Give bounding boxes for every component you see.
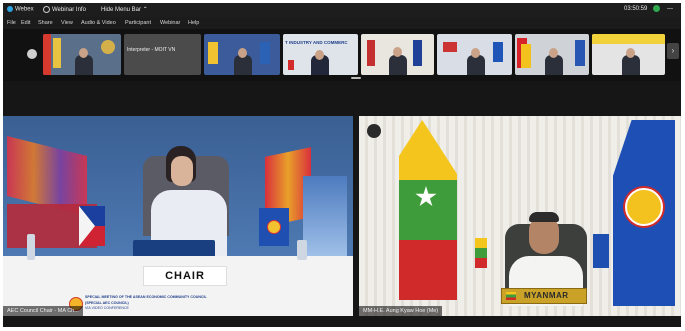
participant-tile[interactable]: [592, 34, 665, 75]
banner-line-2: (SPECIAL AEC COUNCIL): [85, 301, 129, 305]
scroll-right-button[interactable]: ›: [667, 43, 679, 59]
title-bar: Webex Webinar Info Hide Menu Bar ⌃ 03:50…: [3, 3, 681, 17]
participant-strip: Interpreter - MOIT VN T INDUSTRY AND COM…: [3, 29, 681, 81]
webex-window: Webex Webinar Info Hide Menu Bar ⌃ 03:50…: [3, 3, 681, 327]
meeting-timer: 03:50:59: [624, 6, 648, 12]
participant-tile[interactable]: Interpreter - MOIT VN: [124, 34, 201, 75]
menu-bar: File Edit Share View Audio & Video Parti…: [3, 17, 681, 29]
menu-help[interactable]: Help: [188, 20, 199, 26]
menu-file[interactable]: File: [7, 20, 16, 26]
myanmar-flag-icon: [506, 292, 516, 300]
menu-webinar[interactable]: Webinar: [160, 20, 180, 26]
menu-edit[interactable]: Edit: [21, 20, 30, 26]
participant-tile[interactable]: [437, 34, 512, 75]
participant-tile[interactable]: T INDUSTRY AND COMMERC: [283, 34, 358, 75]
app-name: Webex: [7, 6, 34, 13]
minimize-icon[interactable]: —: [667, 6, 673, 12]
video-participant-label: AEC Council Chair - MA Ch...: [3, 306, 83, 316]
participant-tile[interactable]: [361, 34, 434, 75]
layout-toggle-icon[interactable]: [367, 124, 381, 138]
menu-participant[interactable]: Participant: [125, 20, 151, 26]
menu-view[interactable]: View: [61, 20, 73, 26]
video-participant-label: MM-H.E. Aung Kyaw Hoe (Me): [359, 306, 443, 316]
banner-line-3: VIA VIDEO CONFERENCE: [85, 306, 129, 310]
strip-scroll-handle[interactable]: [351, 77, 361, 79]
participant-tile[interactable]: [515, 34, 589, 75]
asean-emblem-icon: [625, 188, 663, 226]
menu-audio-video[interactable]: Audio & Video: [81, 20, 116, 26]
active-speaker-video[interactable]: CHAIR SPECIAL MEETING OF THE ASEAN ECONO…: [3, 116, 353, 316]
hide-menu-bar-button[interactable]: Hide Menu Bar ⌃: [101, 6, 148, 13]
banner-line-1: SPECIAL MEETING OF THE ASEAN ECONOMIC CO…: [85, 295, 207, 299]
participant-name: T INDUSTRY AND COMMERC: [285, 40, 348, 45]
self-view-indicator[interactable]: [27, 49, 37, 59]
menu-share[interactable]: Share: [38, 20, 53, 26]
shield-icon[interactable]: [653, 5, 660, 14]
myanmar-nameplate: MYANMAR: [501, 288, 587, 304]
webex-logo-icon: [7, 6, 13, 12]
meeting-banner: SPECIAL MEETING OF THE ASEAN ECONOMIC CO…: [63, 294, 213, 314]
participant-tile[interactable]: [204, 34, 280, 75]
chair-nameplate: CHAIR: [143, 266, 227, 286]
participant-video[interactable]: MYANMAR MM-H.E. Aung Kyaw Hoe (Me): [359, 116, 681, 316]
participant-tile[interactable]: [43, 34, 121, 75]
chevron-up-icon: ⌃: [142, 7, 148, 13]
info-icon: [43, 6, 50, 13]
webinar-info-menu[interactable]: Webinar Info: [43, 6, 86, 13]
participant-name: Interpreter - MOIT VN: [127, 47, 176, 53]
